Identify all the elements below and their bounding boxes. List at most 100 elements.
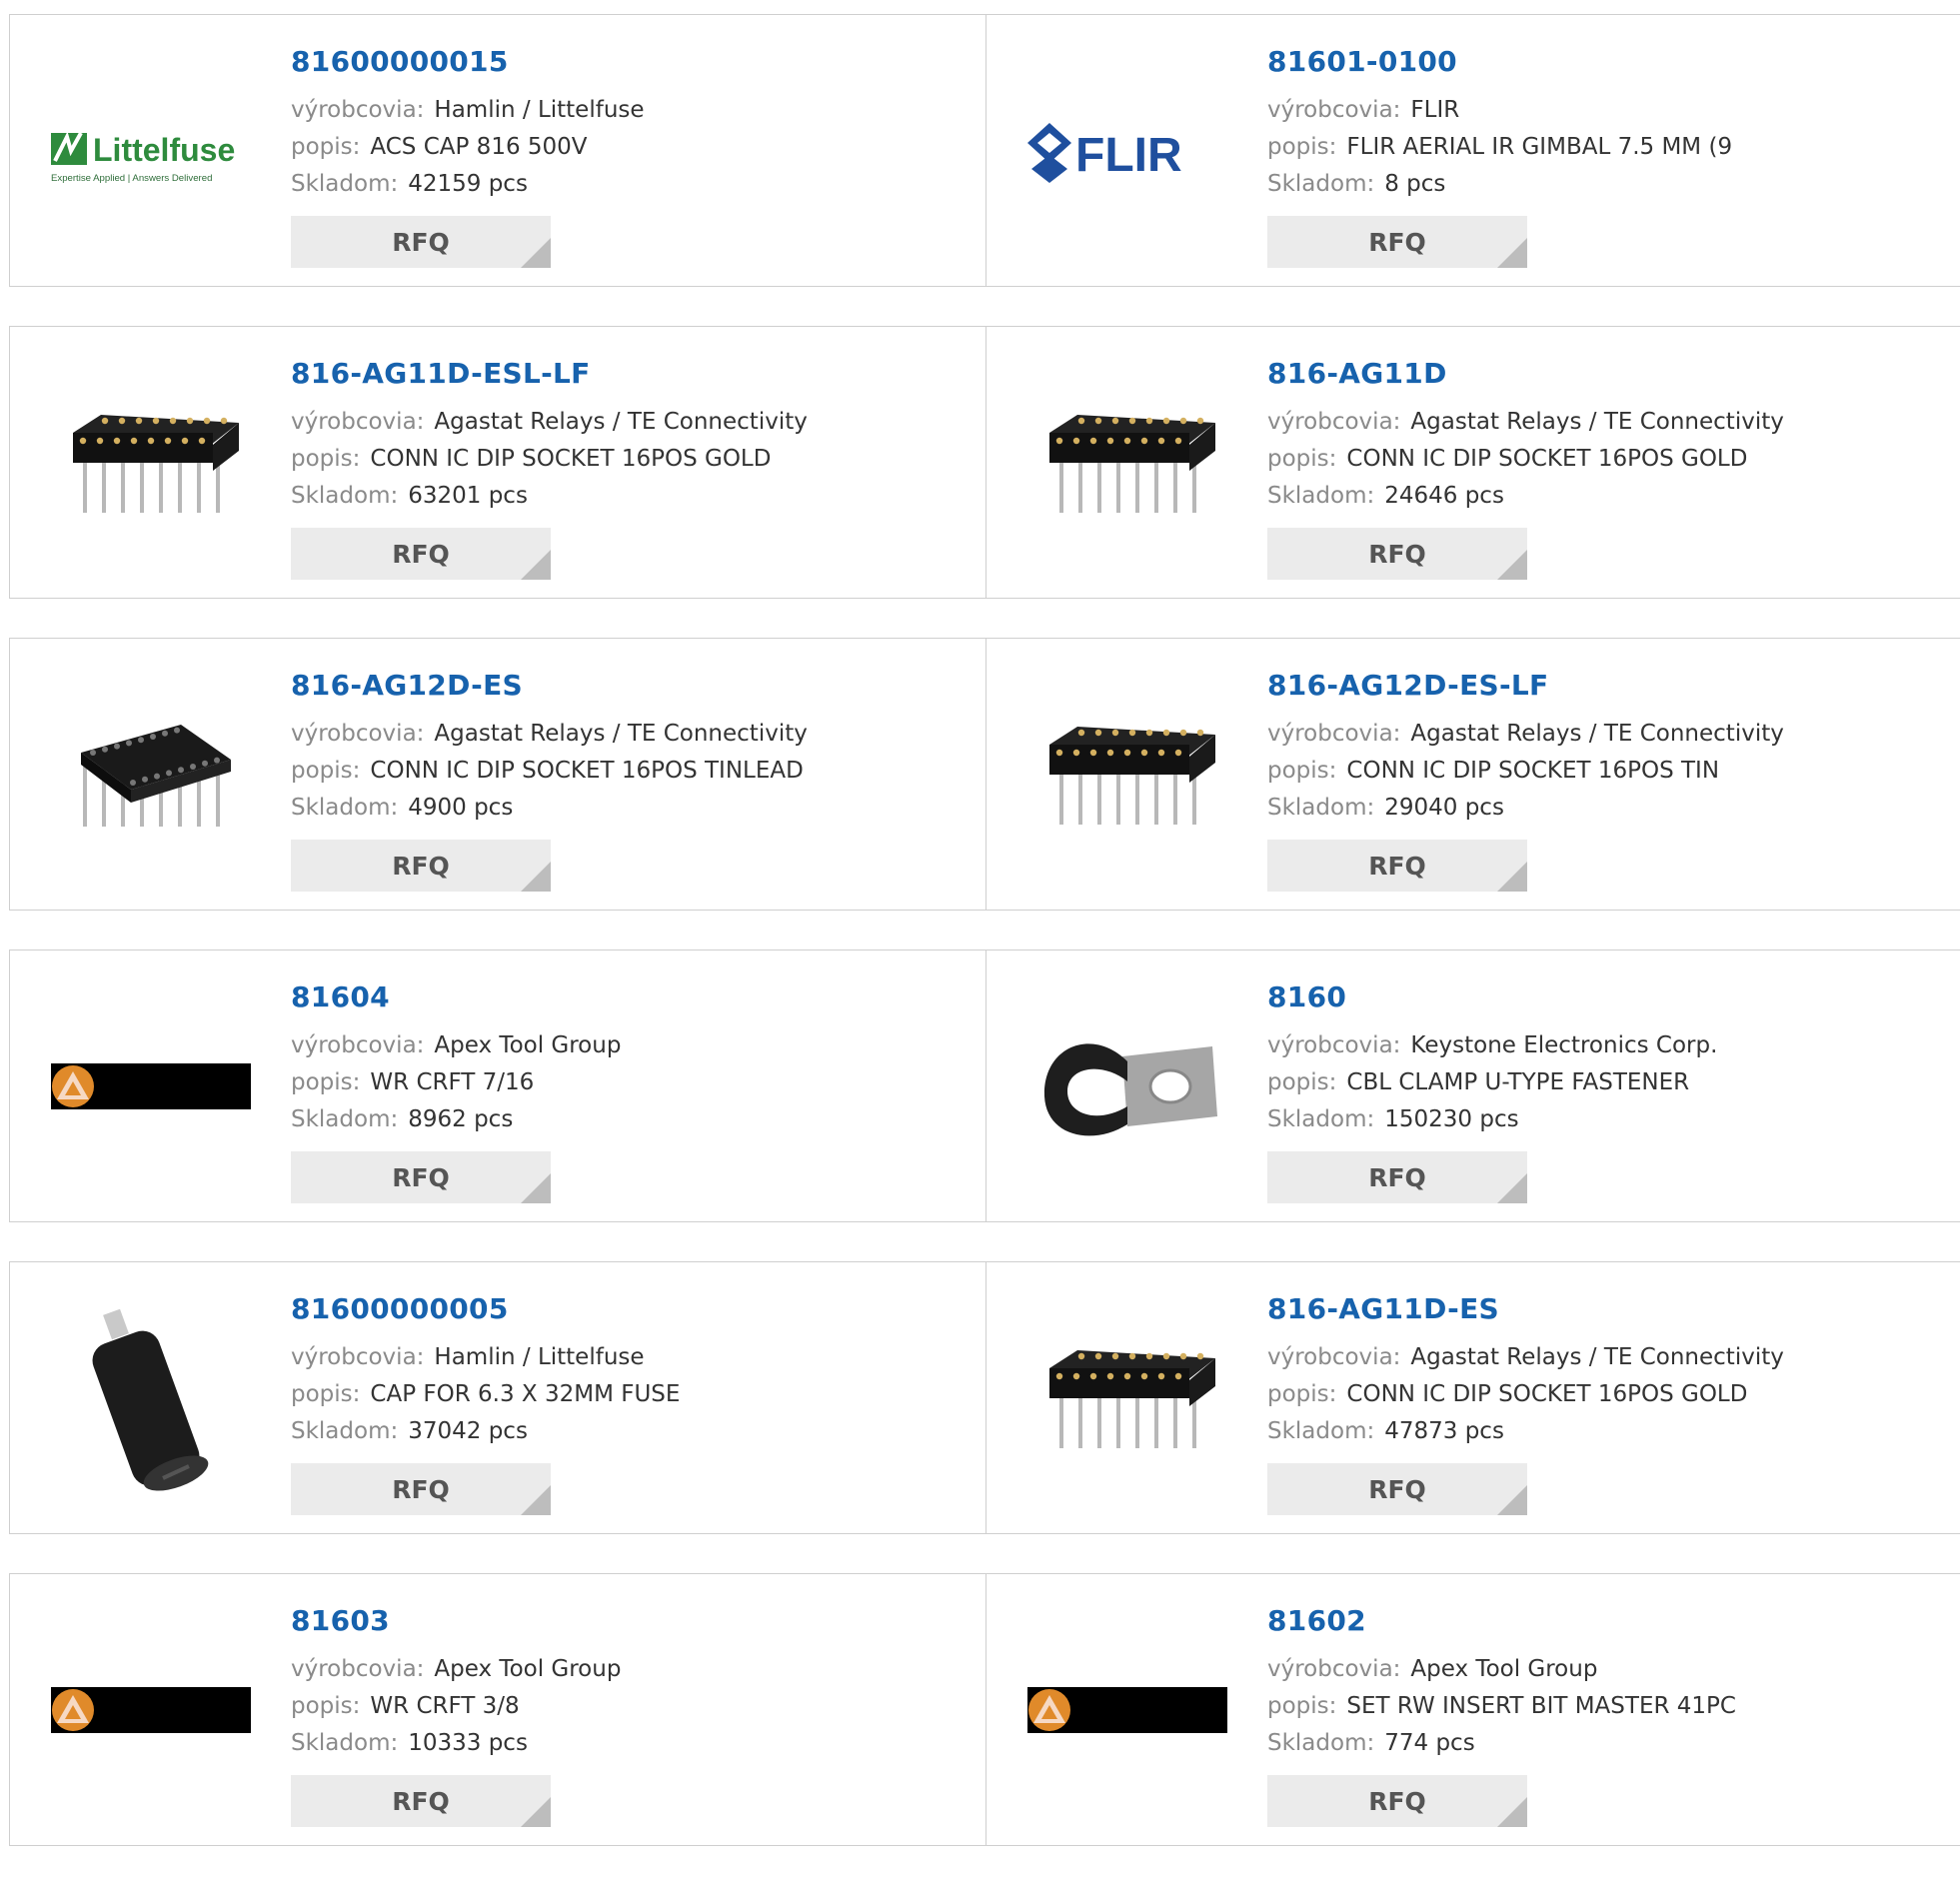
manufacturer-value: Agastat Relays / TE Connectivity <box>434 721 808 748</box>
description-value: CONN IC DIP SOCKET 16POS GOLD <box>370 446 772 473</box>
part-number-link[interactable]: 816-AG11D <box>1267 356 1950 392</box>
product-info: 8160 výrobcovia: Keystone Electronics Cor… <box>1267 979 1950 1138</box>
rfq-button[interactable]: RFQ <box>1267 528 1527 580</box>
part-number-link[interactable]: 81602 <box>1267 1603 1950 1639</box>
manufacturer-label: výrobcovia: <box>291 1656 425 1683</box>
cable-clamp[interactable] <box>1027 986 1227 1186</box>
rfq-button[interactable]: RFQ <box>1267 216 1527 268</box>
manufacturer-row: výrobcovia: FLIR <box>1267 92 1950 129</box>
stock-value: 37042 pcs <box>408 1418 528 1445</box>
rfq-button[interactable]: RFQ <box>1267 1775 1527 1827</box>
product-card: 8160 výrobcovia: Keystone Electronics Cor… <box>986 949 1960 1222</box>
stock-row: Skladom: 8962 pcs <box>291 1101 976 1138</box>
rfq-button-label: RFQ <box>1368 1474 1426 1504</box>
dip-socket[interactable] <box>51 363 251 563</box>
description-row: popis: FLIR AERIAL IR GIMBAL 7.5 MM (9 <box>1267 129 1950 166</box>
description-value: CONN IC DIP SOCKET 16POS GOLD <box>1346 446 1748 473</box>
littelfuse-logo[interactable]: Littelfuse Expertise Applied | Answers De… <box>51 51 251 251</box>
rfq-button[interactable]: RFQ <box>291 1151 551 1203</box>
apex-logo[interactable] <box>51 1610 251 1810</box>
corner-triangle-icon <box>521 862 551 892</box>
stock-row: Skladom: 774 pcs <box>1267 1725 1950 1762</box>
manufacturer-row: výrobcovia: Agastat Relays / TE Connectiv… <box>1267 716 1950 753</box>
dip-socket[interactable] <box>1027 363 1227 563</box>
description-row: popis: CONN IC DIP SOCKET 16POS GOLD <box>1267 1376 1950 1413</box>
product-info: 816-AG12D-ES výrobcovia: Agastat Relays /… <box>291 668 976 827</box>
stock-value: 4900 pcs <box>408 795 514 822</box>
manufacturer-label: výrobcovia: <box>291 1032 425 1059</box>
manufacturer-value: Agastat Relays / TE Connectivity <box>1410 409 1784 436</box>
part-number-link[interactable]: 816-AG11D-ES <box>1267 1291 1950 1327</box>
rfq-button[interactable]: RFQ <box>291 216 551 268</box>
rfq-button-label: RFQ <box>392 539 450 569</box>
description-row: popis: CONN IC DIP SOCKET 16POS GOLD <box>1267 441 1950 478</box>
littelfuse-wordmark: Littelfuse <box>93 132 235 168</box>
manufacturer-value: Agastat Relays / TE Connectivity <box>1410 721 1784 748</box>
flir-wordmark: FLIR <box>1075 129 1182 182</box>
manufacturer-label: výrobcovia: <box>1267 409 1401 436</box>
manufacturer-value: Hamlin / Littelfuse <box>434 1344 645 1371</box>
description-label: popis: <box>1267 1381 1337 1408</box>
rfq-button-label: RFQ <box>392 1474 450 1504</box>
dip-socket-angled[interactable] <box>51 675 251 875</box>
product-info: 816-AG11D-ESL-LF výrobcovia: Agastat Rela… <box>291 356 976 515</box>
description-value: CONN IC DIP SOCKET 16POS TINLEAD <box>370 758 804 785</box>
product-row: 81603 výrobcovia: Apex Tool Group popis: W… <box>9 1573 1960 1846</box>
stock-row: Skladom: 24646 pcs <box>1267 478 1950 515</box>
fuse-cap[interactable] <box>51 1298 251 1498</box>
description-label: popis: <box>1267 446 1337 473</box>
rfq-button[interactable]: RFQ <box>291 840 551 892</box>
stock-label: Skladom: <box>1267 1106 1375 1133</box>
flir-logo[interactable]: FLIR <box>1027 51 1227 251</box>
part-number-link[interactable]: 8160 <box>1267 979 1950 1015</box>
manufacturer-label: výrobcovia: <box>1267 97 1401 124</box>
dip-socket[interactable] <box>1027 1298 1227 1498</box>
rfq-button[interactable]: RFQ <box>291 1463 551 1515</box>
rfq-button-label: RFQ <box>1368 1786 1426 1816</box>
description-row: popis: CONN IC DIP SOCKET 16POS TIN <box>1267 753 1950 790</box>
dip-socket[interactable] <box>1027 675 1227 875</box>
rfq-button-label: RFQ <box>392 851 450 881</box>
description-row: popis: CONN IC DIP SOCKET 16POS TINLEAD <box>291 753 976 790</box>
stock-label: Skladom: <box>291 795 399 822</box>
stock-row: Skladom: 37042 pcs <box>291 1413 976 1450</box>
rfq-button[interactable]: RFQ <box>1267 1151 1527 1203</box>
part-number-link[interactable]: 81603 <box>291 1603 976 1639</box>
part-number-link[interactable]: 816-AG11D-ESL-LF <box>291 356 976 392</box>
description-row: popis: CBL CLAMP U-TYPE FASTENER <box>1267 1064 1950 1101</box>
description-label: popis: <box>1267 134 1337 161</box>
corner-triangle-icon <box>1497 1173 1527 1203</box>
manufacturer-row: výrobcovia: Agastat Relays / TE Connectiv… <box>291 404 976 441</box>
apex-logo[interactable] <box>1027 1610 1227 1810</box>
rfq-button[interactable]: RFQ <box>291 528 551 580</box>
rfq-button[interactable]: RFQ <box>1267 840 1527 892</box>
stock-label: Skladom: <box>291 1106 399 1133</box>
corner-triangle-icon <box>521 1173 551 1203</box>
part-number-link[interactable]: 816-AG12D-ES <box>291 668 976 704</box>
part-number-link[interactable]: 81604 <box>291 979 976 1015</box>
description-row: popis: CAP FOR 6.3 X 32MM FUSE <box>291 1376 976 1413</box>
stock-row: Skladom: 42159 pcs <box>291 166 976 203</box>
manufacturer-row: výrobcovia: Apex Tool Group <box>1267 1651 1950 1688</box>
apex-logo[interactable] <box>51 986 251 1186</box>
manufacturer-label: výrobcovia: <box>1267 721 1401 748</box>
description-value: WR CRFT 3/8 <box>370 1693 520 1720</box>
product-card: 816-AG11D-ESL-LF výrobcovia: Agastat Rela… <box>9 326 986 599</box>
manufacturer-value: Keystone Electronics Corp. <box>1410 1032 1718 1059</box>
part-number-link[interactable]: 81600000015 <box>291 44 976 80</box>
manufacturer-row: výrobcovia: Agastat Relays / TE Connectiv… <box>1267 1339 1950 1376</box>
stock-row: Skladom: 47873 pcs <box>1267 1413 1950 1450</box>
part-number-link[interactable]: 81600000005 <box>291 1291 976 1327</box>
product-card: FLIR 81601-0100 výrobcovia: FLIR popis: FL… <box>986 14 1960 287</box>
description-value: CAP FOR 6.3 X 32MM FUSE <box>370 1381 681 1408</box>
product-card: 816-AG12D-ES výrobcovia: Agastat Relays /… <box>9 638 986 911</box>
part-number-link[interactable]: 816-AG12D-ES-LF <box>1267 668 1950 704</box>
part-number-link[interactable]: 81601-0100 <box>1267 44 1950 80</box>
rfq-button[interactable]: RFQ <box>1267 1463 1527 1515</box>
manufacturer-label: výrobcovia: <box>1267 1656 1401 1683</box>
manufacturer-row: výrobcovia: Apex Tool Group <box>291 1027 976 1064</box>
svg-text:Expertise Applied | Answers De: Expertise Applied | Answers Delivered <box>51 173 212 184</box>
rfq-button[interactable]: RFQ <box>291 1775 551 1827</box>
manufacturer-row: výrobcovia: Hamlin / Littelfuse <box>291 92 976 129</box>
description-value: SET RW INSERT BIT MASTER 41PC <box>1346 1693 1736 1720</box>
